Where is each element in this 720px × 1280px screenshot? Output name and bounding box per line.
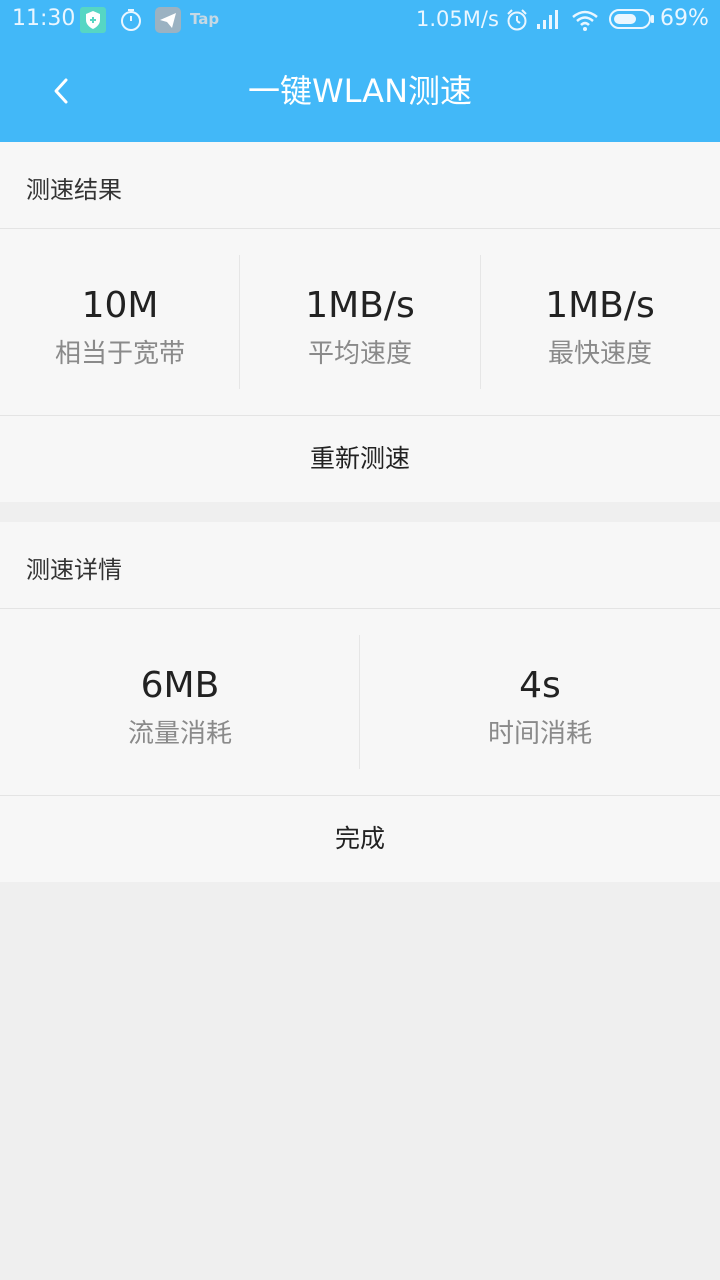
stat-value: 4s <box>519 665 561 706</box>
battery-percent: 69% <box>660 6 709 31</box>
status-bar: 11:30 Tap 1.05M/s 69% <box>0 0 720 40</box>
back-button[interactable] <box>40 68 86 114</box>
details-stats-row: 6MB 流量消耗 4s 时间消耗 <box>0 609 720 796</box>
stat-average-speed: 1MB/s 平均速度 <box>240 229 480 415</box>
stat-label: 平均速度 <box>307 339 412 369</box>
stat-label: 时间消耗 <box>487 719 592 749</box>
chevron-left-icon <box>54 78 68 104</box>
signal-icon <box>535 7 561 33</box>
stat-max-speed: 1MB/s 最快速度 <box>480 229 720 415</box>
alarm-icon <box>504 7 530 33</box>
status-time: 11:30 <box>12 6 76 31</box>
battery-tip <box>651 15 654 23</box>
stat-value: 1MB/s <box>545 285 655 326</box>
results-stats-row: 10M 相当于宽带 1MB/s 平均速度 1MB/s 最快速度 <box>0 229 720 416</box>
tap-icon: Tap <box>190 10 220 28</box>
app-bar: 一键WLAN测速 <box>0 40 720 142</box>
details-header-label: 测速详情 <box>26 556 122 584</box>
stat-label: 相当于宽带 <box>54 339 185 369</box>
stat-label: 流量消耗 <box>127 719 232 749</box>
details-section-header: 测速详情 <box>0 522 720 609</box>
stat-bandwidth: 10M 相当于宽带 <box>0 229 240 415</box>
stat-value: 6MB <box>140 665 220 706</box>
battery-icon <box>609 9 651 29</box>
stat-time-usage: 4s 时间消耗 <box>360 609 720 795</box>
stat-data-usage: 6MB 流量消耗 <box>0 609 360 795</box>
retest-button[interactable]: 重新测速 <box>0 416 720 502</box>
stat-value: 1MB/s <box>305 285 415 326</box>
paper-plane-icon <box>155 7 181 33</box>
page-title: 一键WLAN测速 <box>247 72 473 110</box>
results-section-header: 测速结果 <box>0 142 720 229</box>
stat-label: 最快速度 <box>547 339 652 369</box>
wifi-icon <box>570 7 600 33</box>
battery-fill <box>614 14 636 24</box>
done-button[interactable]: 完成 <box>0 796 720 882</box>
shield-icon <box>80 7 106 33</box>
stopwatch-icon <box>118 7 144 33</box>
network-speed: 1.05M/s <box>416 7 499 31</box>
stat-value: 10M <box>81 285 159 326</box>
results-header-label: 测速结果 <box>26 176 122 204</box>
